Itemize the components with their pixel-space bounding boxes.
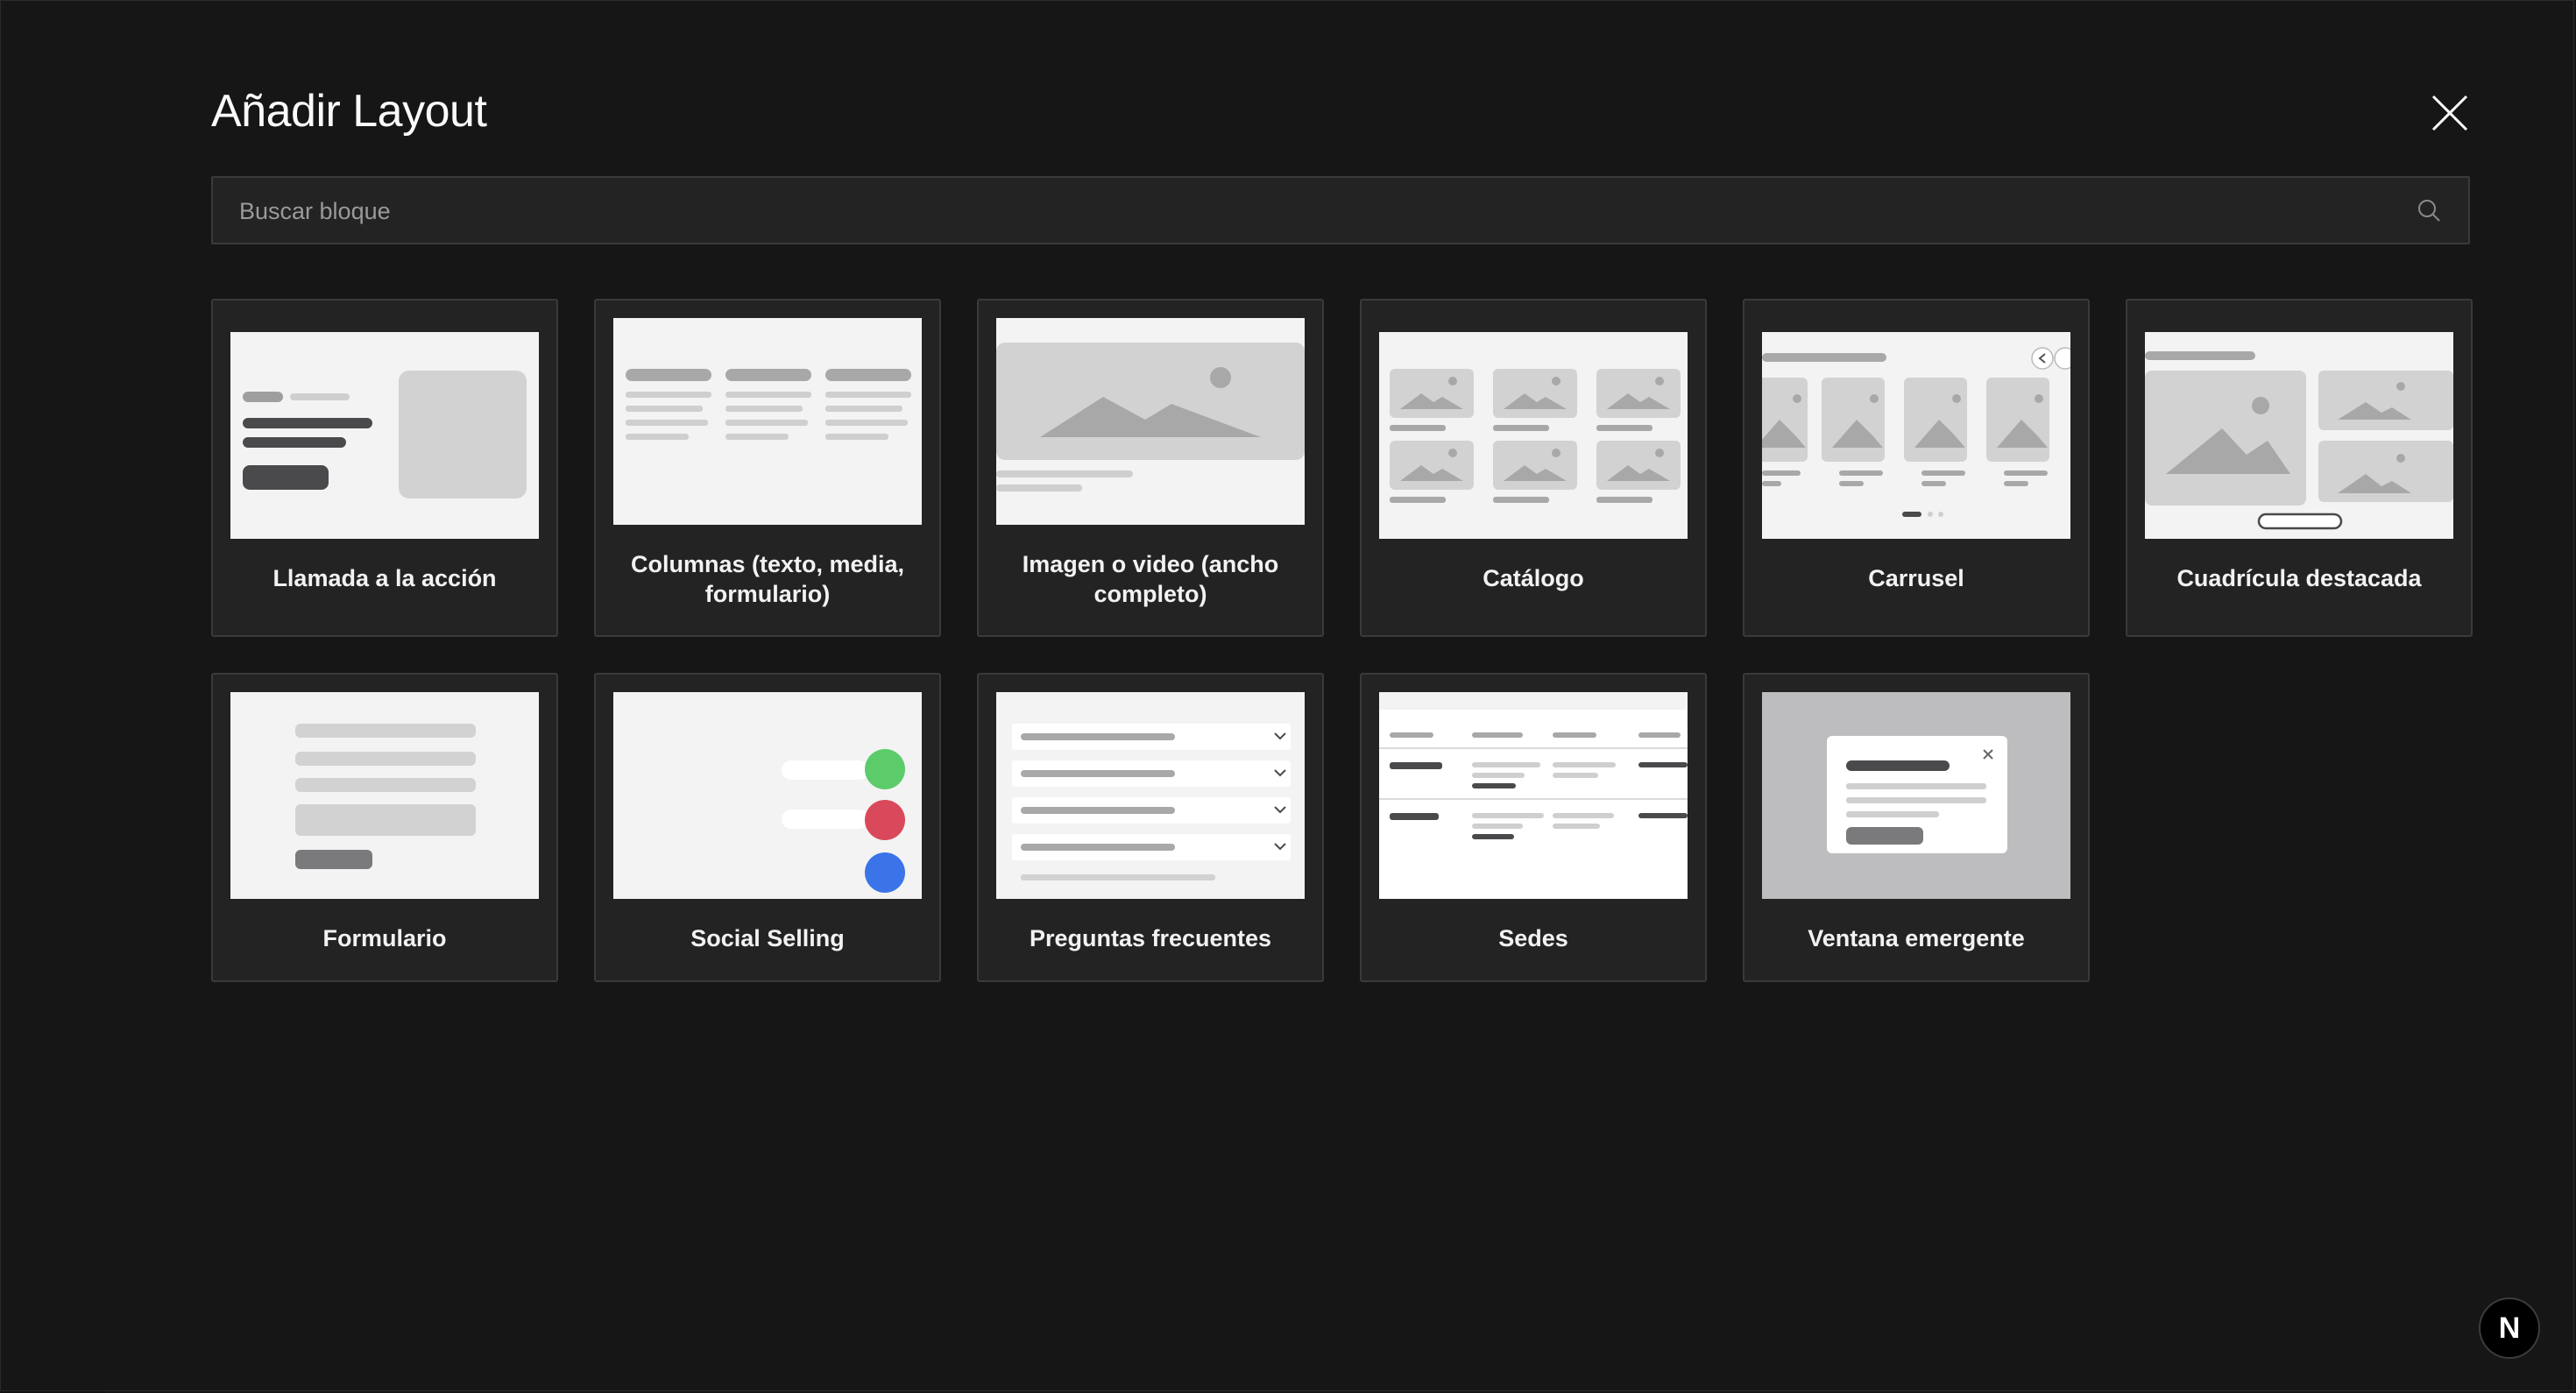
search-input[interactable]: [237, 178, 2388, 244]
catalog-preview: [1379, 332, 1688, 539]
block-label: Carrusel: [1868, 565, 1964, 591]
locations-preview: [1379, 692, 1688, 899]
faq-preview: [996, 692, 1305, 899]
image-video-preview: [996, 318, 1305, 525]
close-icon: [2431, 95, 2468, 131]
block-card-catalog[interactable]: Catálogo: [1360, 299, 1707, 637]
block-label: Catálogo: [1483, 565, 1584, 591]
block-label: Sedes: [1498, 925, 1568, 951]
block-label: Social Selling: [690, 925, 845, 951]
block-label: Llamada a la acción: [272, 565, 497, 591]
block-card-faq[interactable]: Preguntas frecuentes: [977, 673, 1324, 982]
block-card-carousel[interactable]: Carrusel: [1743, 299, 2090, 637]
block-label: Cuadrícula destacada: [2176, 565, 2422, 591]
block-label: Ventana emergente: [1808, 925, 2025, 951]
call-to-action-preview: [230, 332, 539, 539]
block-card-locations[interactable]: Sedes: [1360, 673, 1707, 982]
search-icon[interactable]: [2416, 197, 2442, 223]
modal-title: Añadir Layout: [211, 86, 487, 137]
block-label: Preguntas frecuentes: [1029, 925, 1272, 951]
form-preview: [230, 692, 539, 899]
add-layout-modal: Añadir Layout Llamada a la acción: [0, 0, 2574, 1391]
block-label: Formulario: [322, 925, 447, 951]
close-button[interactable]: [2428, 91, 2472, 135]
block-card-image-video[interactable]: Imagen o video (ancho completo): [977, 299, 1324, 637]
columns-preview: [613, 318, 922, 525]
block-label: Columnas (texto, media, formulario): [630, 551, 905, 607]
carousel-preview: [1762, 332, 2070, 539]
block-card-call-to-action[interactable]: Llamada a la acción: [211, 299, 558, 637]
block-card-featured-grid[interactable]: Cuadrícula destacada: [2126, 299, 2473, 637]
popup-preview: [1762, 692, 2070, 899]
search-bar: [211, 176, 2470, 244]
block-label: Imagen o video (ancho completo): [1022, 551, 1279, 607]
featured-grid-preview: [2145, 332, 2453, 539]
block-card-popup[interactable]: Ventana emergente: [1743, 673, 2090, 982]
block-card-form[interactable]: Formulario: [211, 673, 558, 982]
next-badge-button[interactable]: N: [2479, 1298, 2540, 1359]
social-selling-preview: [613, 692, 922, 899]
block-card-social-selling[interactable]: Social Selling: [594, 673, 941, 982]
block-card-columns[interactable]: Columnas (texto, media, formulario): [594, 299, 941, 637]
